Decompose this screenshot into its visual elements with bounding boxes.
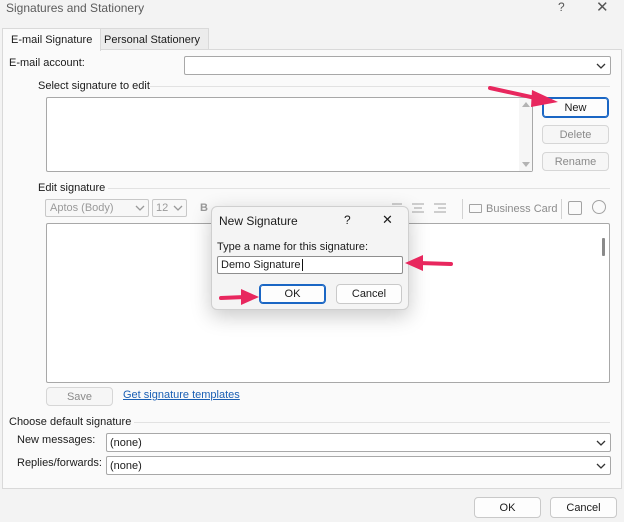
insert-picture-icon[interactable] bbox=[568, 201, 582, 215]
dialog-ok-label: OK bbox=[284, 288, 301, 300]
tab-email-signature[interactable]: E-mail Signature bbox=[2, 28, 102, 51]
help-button[interactable]: ? bbox=[558, 0, 565, 14]
font-dropdown[interactable]: Aptos (Body) bbox=[45, 199, 149, 217]
bold-button[interactable]: B bbox=[200, 202, 208, 214]
chevron-down-icon bbox=[593, 435, 609, 451]
tab-label: Personal Stationery bbox=[104, 34, 200, 46]
chevron-down-icon bbox=[132, 200, 148, 216]
font-size-value: 12 bbox=[156, 202, 169, 214]
new-button-label: New bbox=[564, 101, 587, 114]
cancel-button-label: Cancel bbox=[566, 501, 601, 514]
window-title: Signatures and Stationery bbox=[6, 1, 145, 15]
dialog-cancel-button[interactable]: Cancel bbox=[336, 284, 402, 304]
ok-button-label: OK bbox=[499, 501, 516, 514]
scroll-down-icon[interactable] bbox=[522, 162, 530, 167]
business-card-icon bbox=[469, 204, 482, 213]
dialog-help-button[interactable]: ? bbox=[344, 213, 351, 227]
annotation-arrow bbox=[405, 255, 453, 271]
chevron-down-icon bbox=[170, 200, 186, 216]
annotation-arrow bbox=[488, 86, 558, 107]
new-messages-dropdown[interactable]: (none) bbox=[106, 433, 611, 452]
toolbar-divider bbox=[462, 199, 463, 219]
list-scrollbar[interactable] bbox=[519, 98, 532, 171]
section-divider bbox=[134, 422, 610, 423]
signature-list[interactable] bbox=[46, 97, 533, 172]
dialog-close-icon[interactable]: ✕ bbox=[382, 212, 393, 228]
hyperlink-icon[interactable] bbox=[592, 200, 606, 214]
email-account-label: E-mail account: bbox=[9, 57, 85, 69]
annotation-arrow bbox=[219, 289, 259, 305]
close-icon[interactable]: ✕ bbox=[596, 0, 609, 16]
dialog-title: New Signature bbox=[219, 214, 298, 228]
tab-label: E-mail Signature bbox=[11, 34, 93, 46]
signature-name-input[interactable]: Demo Signature bbox=[217, 256, 403, 274]
dialog-ok-button[interactable]: OK bbox=[259, 284, 326, 304]
section-divider bbox=[108, 188, 610, 189]
save-button[interactable]: Save bbox=[46, 387, 113, 406]
dialog-prompt-label: Type a name for this signature: bbox=[217, 241, 369, 253]
edit-signature-label: Edit signature bbox=[38, 182, 106, 194]
tab-personal-stationery[interactable]: Personal Stationery bbox=[95, 28, 209, 50]
delete-button[interactable]: Delete bbox=[542, 125, 609, 144]
chevron-down-icon bbox=[593, 58, 609, 74]
delete-button-label: Delete bbox=[559, 128, 592, 141]
default-signature-label: Choose default signature bbox=[9, 416, 132, 428]
rename-button[interactable]: Rename bbox=[542, 152, 609, 171]
font-value: Aptos (Body) bbox=[50, 202, 114, 214]
ok-button[interactable]: OK bbox=[474, 497, 541, 518]
dialog-cancel-label: Cancel bbox=[351, 288, 387, 300]
editor-scroll-thumb[interactable] bbox=[602, 238, 605, 256]
replies-forwards-dropdown[interactable]: (none) bbox=[106, 456, 611, 475]
signature-name-value: Demo Signature bbox=[221, 259, 303, 271]
select-signature-label: Select signature to edit bbox=[38, 80, 150, 92]
replies-forwards-value: (none) bbox=[110, 460, 142, 472]
save-button-label: Save bbox=[66, 390, 93, 403]
business-card-label: Business Card bbox=[486, 203, 558, 215]
rename-button-label: Rename bbox=[554, 155, 597, 168]
new-messages-value: (none) bbox=[110, 437, 142, 449]
font-size-dropdown[interactable]: 12 bbox=[152, 199, 187, 217]
email-account-dropdown[interactable] bbox=[184, 56, 611, 75]
toolbar-divider bbox=[561, 199, 562, 219]
chevron-down-icon bbox=[593, 458, 609, 474]
new-messages-label: New messages: bbox=[17, 434, 96, 446]
replies-forwards-label: Replies/forwards: bbox=[17, 457, 102, 469]
signature-templates-link[interactable]: Get signature templates bbox=[123, 389, 240, 401]
cancel-button[interactable]: Cancel bbox=[550, 497, 617, 518]
